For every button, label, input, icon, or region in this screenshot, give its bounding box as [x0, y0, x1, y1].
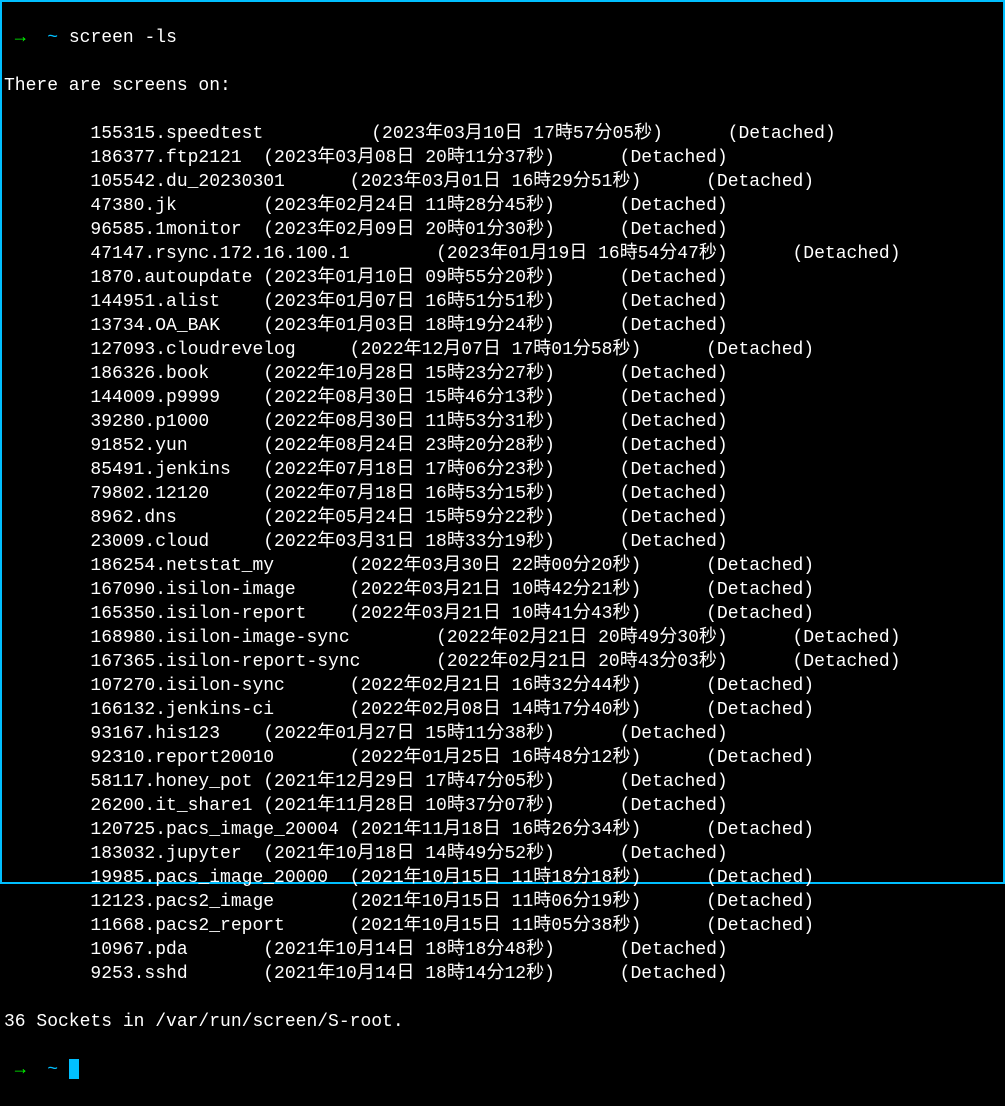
terminal[interactable]: → ~ screen -ls There are screens on: 155… [2, 2, 1003, 1106]
session-row: 155315.speedtest (2023年03月10日 17時57分05秒)… [4, 122, 1001, 146]
session-row: 91852.yun (2022年08月24日 23時20分28秒) (Detac… [4, 434, 1001, 458]
session-row: 92310.report20010 (2022年01月25日 16時48分12秒… [4, 746, 1001, 770]
cursor [69, 1059, 79, 1079]
session-row: 93167.his123 (2022年01月27日 15時11分38秒) (De… [4, 722, 1001, 746]
session-row: 58117.honey_pot (2021年12月29日 17時47分05秒) … [4, 770, 1001, 794]
session-row: 1870.autoupdate (2023年01月10日 09時55分20秒) … [4, 266, 1001, 290]
session-row: 144009.p9999 (2022年08月30日 15時46分13秒) (De… [4, 386, 1001, 410]
session-row: 166132.jenkins-ci (2022年02月08日 14時17分40秒… [4, 698, 1001, 722]
prompt-tilde: ~ [47, 28, 58, 48]
prompt-arrow-icon: → [15, 1060, 26, 1080]
session-row: 19985.pacs_image_20000 (2021年10月15日 11時1… [4, 866, 1001, 890]
session-row: 26200.it_share1 (2021年11月28日 10時37分07秒) … [4, 794, 1001, 818]
final-prompt-line: → ~ [4, 1058, 1001, 1082]
session-row: 186377.ftp2121 (2023年03月08日 20時11分37秒) (… [4, 146, 1001, 170]
header-text: There are screens on: [4, 74, 1001, 98]
session-row: 107270.isilon-sync (2022年02月21日 16時32分44… [4, 674, 1001, 698]
session-row: 186326.book (2022年10月28日 15時23分27秒) (Det… [4, 362, 1001, 386]
session-row: 168980.isilon-image-sync (2022年02月21日 20… [4, 626, 1001, 650]
command-text: screen -ls [69, 28, 177, 48]
session-row: 167365.isilon-report-sync (2022年02月21日 2… [4, 650, 1001, 674]
session-row: 11668.pacs2_report (2021年10月15日 11時05分38… [4, 914, 1001, 938]
session-list: 155315.speedtest (2023年03月10日 17時57分05秒)… [4, 122, 1001, 986]
session-row: 127093.cloudrevelog (2022年12月07日 17時01分5… [4, 338, 1001, 362]
session-row: 96585.1monitor (2023年02月09日 20時01分30秒) (… [4, 218, 1001, 242]
session-row: 79802.12120 (2022年07月18日 16時53分15秒) (Det… [4, 482, 1001, 506]
session-row: 47380.jk (2023年02月24日 11時28分45秒) (Detach… [4, 194, 1001, 218]
session-row: 120725.pacs_image_20004 (2021年11月18日 16時… [4, 818, 1001, 842]
session-row: 165350.isilon-report (2022年03月21日 10時41分… [4, 602, 1001, 626]
session-row: 105542.du_20230301 (2023年03月01日 16時29分51… [4, 170, 1001, 194]
prompt-arrow-icon: → [15, 28, 26, 48]
prompt-tilde: ~ [47, 1060, 58, 1080]
session-row: 10967.pda (2021年10月14日 18時18分48秒) (Detac… [4, 938, 1001, 962]
footer-text: 36 Sockets in /var/run/screen/S-root. [4, 1010, 1001, 1034]
session-row: 39280.p1000 (2022年08月30日 11時53分31秒) (Det… [4, 410, 1001, 434]
session-row: 9253.sshd (2021年10月14日 18時14分12秒) (Detac… [4, 962, 1001, 986]
session-row: 13734.OA_BAK (2023年01月03日 18時19分24秒) (De… [4, 314, 1001, 338]
session-row: 12123.pacs2_image (2021年10月15日 11時06分19秒… [4, 890, 1001, 914]
session-row: 167090.isilon-image (2022年03月21日 10時42分2… [4, 578, 1001, 602]
session-row: 23009.cloud (2022年03月31日 18時33分19秒) (Det… [4, 530, 1001, 554]
session-row: 8962.dns (2022年05月24日 15時59分22秒) (Detach… [4, 506, 1001, 530]
session-row: 186254.netstat_my (2022年03月30日 22時00分20秒… [4, 554, 1001, 578]
session-row: 183032.jupyter (2021年10月18日 14時49分52秒) (… [4, 842, 1001, 866]
session-row: 85491.jenkins (2022年07月18日 17時06分23秒) (D… [4, 458, 1001, 482]
session-row: 47147.rsync.172.16.100.1 (2023年01月19日 16… [4, 242, 1001, 266]
session-row: 144951.alist (2023年01月07日 16時51分51秒) (De… [4, 290, 1001, 314]
prompt-line: → ~ screen -ls [4, 26, 1001, 50]
